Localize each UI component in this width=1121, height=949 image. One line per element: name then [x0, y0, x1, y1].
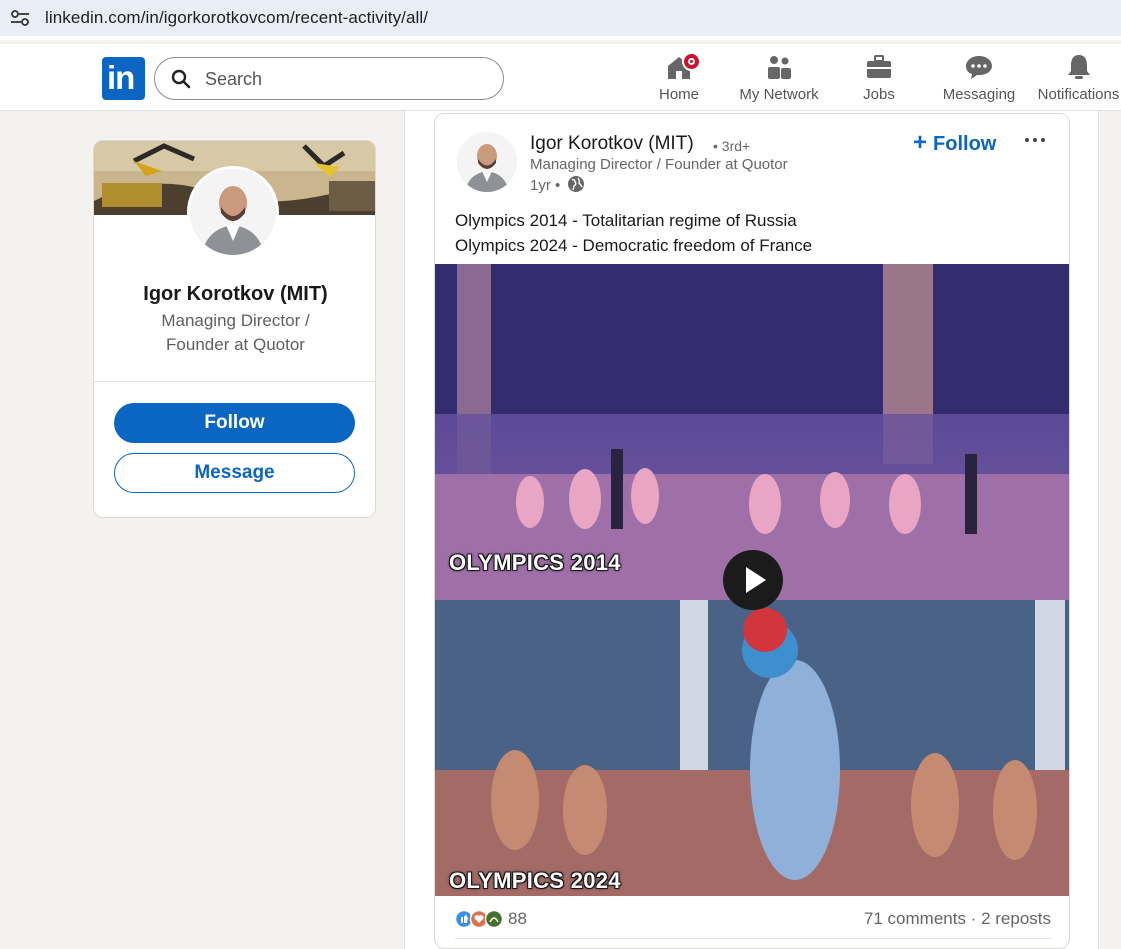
post-text-line: Olympics 2024 - Democratic freedom of Fr…	[455, 236, 813, 255]
video-frame-2024: OLYMPICS 2024	[435, 600, 1069, 896]
url-text[interactable]: linkedin.com/in/igorkorotkovcom/recent-a…	[45, 8, 428, 28]
messaging-icon	[966, 56, 992, 79]
ceremony-scene-art	[435, 600, 1069, 896]
post-card: Igor Korotkov (MIT) • 3rd+ Managing Dire…	[434, 113, 1070, 949]
post-author-avatar[interactable]	[457, 132, 517, 192]
play-button[interactable]	[723, 550, 783, 610]
address-field[interactable]: linkedin.com/in/igorkorotkovcom/recent-a…	[0, 0, 1121, 36]
profile-avatar[interactable]	[187, 166, 279, 258]
post-follow-button[interactable]: + Follow	[913, 128, 996, 158]
browser-address-bar: linkedin.com/in/igorkorotkovcom/recent-a…	[0, 0, 1121, 40]
post-timestamp: 1yr •	[530, 177, 561, 194]
reactions-icon[interactable]	[455, 908, 505, 930]
reaction-count[interactable]: 88	[508, 909, 527, 929]
nav-messaging-label: Messaging	[942, 86, 1016, 103]
notification-badge	[682, 52, 701, 71]
nav-jobs-label: Jobs	[863, 86, 895, 103]
author-photo	[457, 132, 517, 192]
divider	[94, 381, 375, 382]
network-icon	[768, 56, 791, 79]
nav-my-network[interactable]: My Network	[736, 52, 822, 108]
bell-icon	[1067, 55, 1090, 79]
site-settings-icon[interactable]	[10, 9, 30, 27]
post-video[interactable]: OLYMPICS 2014 OLYMPICS 2024	[435, 264, 1069, 896]
profile-headline: Managing Director / Founder at Quotor	[161, 311, 310, 354]
nav-notifications-label: Notifications	[1037, 86, 1120, 103]
top-navigation: in Home My Network Jobs Me	[0, 44, 1121, 111]
post-body: Olympics 2014 - Totalitarian regime of R…	[455, 208, 812, 258]
video-caption-2014: OLYMPICS 2014	[449, 550, 621, 575]
video-caption-2024: OLYMPICS 2024	[449, 868, 621, 893]
profile-card: Igor Korotkov (MIT) Managing Director / …	[93, 140, 376, 518]
comments-reposts-count[interactable]: 71 comments · 2 reposts	[864, 909, 1051, 929]
post-author-headline: Managing Director / Founder at Quotor	[530, 156, 788, 173]
search-box[interactable]	[154, 57, 504, 100]
post-text-line: Olympics 2014 - Totalitarian regime of R…	[455, 211, 797, 230]
briefcase-icon	[867, 55, 891, 78]
search-icon	[171, 69, 191, 89]
nav-notifications[interactable]: Notifications	[1036, 52, 1121, 108]
nav-home-label: Home	[658, 86, 699, 103]
more-options-button[interactable]	[1021, 126, 1049, 154]
divider	[455, 938, 1051, 939]
post-author-name[interactable]: Igor Korotkov (MIT)	[530, 133, 694, 155]
search-input[interactable]	[205, 66, 485, 92]
nav-home[interactable]: Home	[650, 52, 708, 108]
profile-name[interactable]: Igor Korotkov (MIT)	[94, 283, 375, 306]
social-counts: 88 71 comments · 2 reposts	[455, 906, 1051, 936]
linkedin-logo[interactable]: in	[102, 57, 145, 100]
globe-icon	[568, 176, 584, 192]
plus-icon: +	[913, 129, 928, 156]
nav-jobs[interactable]: Jobs	[858, 52, 900, 108]
nav-my-network-label: My Network	[739, 86, 819, 103]
follow-button[interactable]: Follow	[114, 403, 355, 443]
nav-messaging[interactable]: Messaging	[941, 52, 1017, 108]
ellipsis-icon	[1025, 138, 1045, 142]
profile-photo	[190, 169, 276, 255]
message-button[interactable]: Message	[114, 453, 355, 493]
connection-degree: • 3rd+	[713, 138, 751, 154]
